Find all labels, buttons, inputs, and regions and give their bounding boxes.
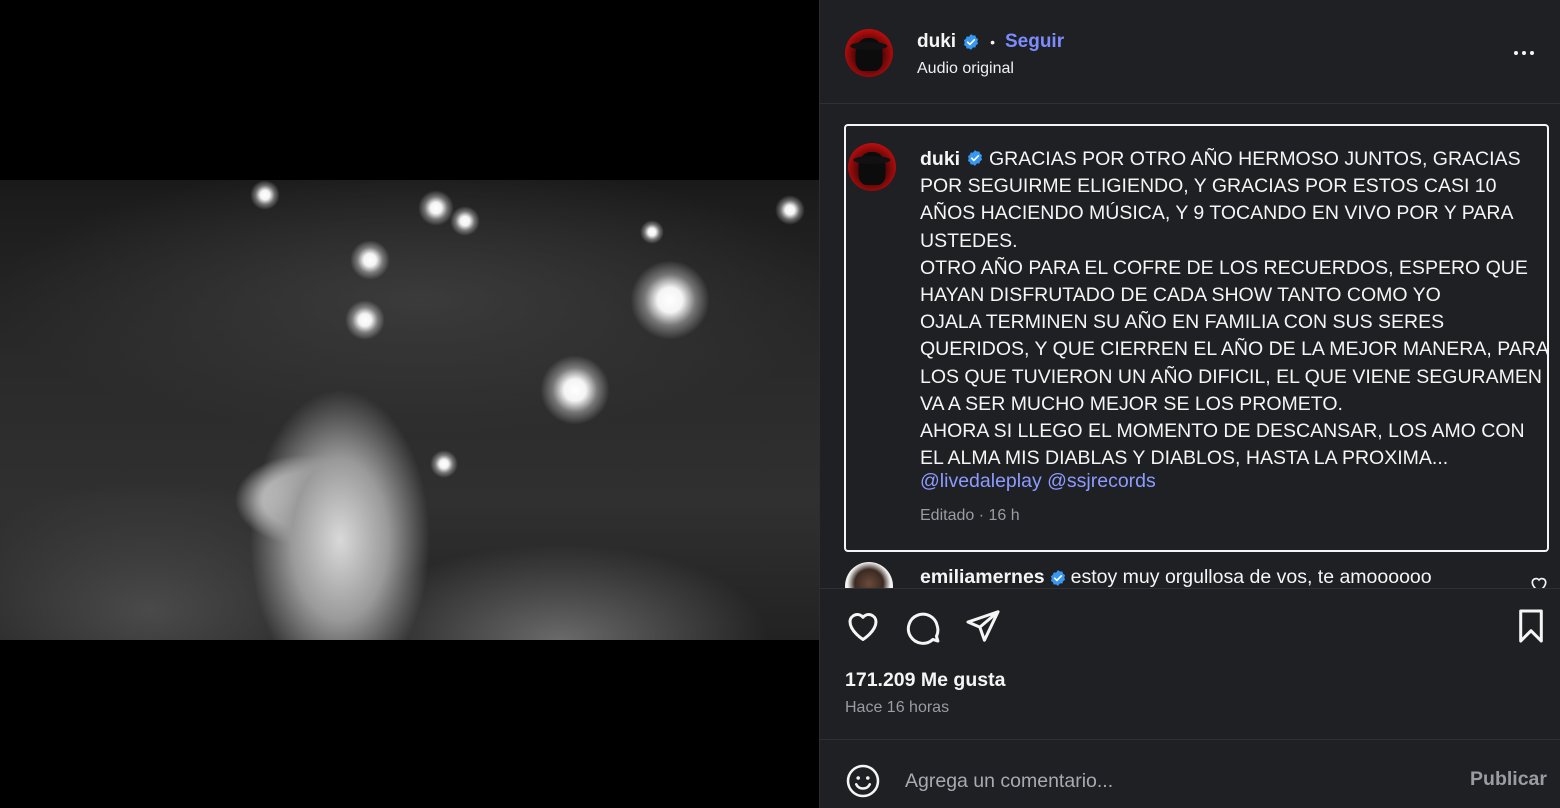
mention-link[interactable]: @livedaleplay <box>920 470 1042 492</box>
author-avatar[interactable] <box>845 29 893 77</box>
phone-light <box>250 180 280 210</box>
emoji-smiley-icon[interactable] <box>845 763 881 799</box>
comment-input[interactable] <box>905 764 1425 798</box>
phone-light <box>350 240 390 280</box>
verified-badge-icon <box>1050 569 1065 586</box>
commenter-avatar[interactable] <box>845 562 893 588</box>
verified-badge-icon <box>967 150 982 166</box>
post-side-panel: duki • Seguir Audio original duki GRACIA… <box>819 0 1560 808</box>
more-options-icon[interactable] <box>1509 38 1539 68</box>
caption-block: duki GRACIAS POR OTRO AÑO HERMOSO JUNTOS… <box>844 124 1549 552</box>
media-area <box>0 0 819 808</box>
comment-like-icon[interactable] <box>1529 574 1549 588</box>
publish-button[interactable]: Publicar <box>1470 768 1547 791</box>
phone-light <box>430 450 458 478</box>
instagram-post-viewer: duki • Seguir Audio original duki GRACIA… <box>0 0 1560 808</box>
paper-plane-icon[interactable] <box>964 607 1002 645</box>
caption-username[interactable]: duki <box>920 148 960 170</box>
caption-body: GRACIAS POR OTRO AÑO HERMOSO JUNTOS, GRA… <box>920 148 1548 470</box>
caption-author-avatar[interactable] <box>848 143 896 191</box>
post-header: duki • Seguir Audio original <box>820 0 1560 104</box>
comment-bubble-icon[interactable] <box>904 607 942 645</box>
caption-mentions: @livedaleplay @ssjrecords <box>920 470 1156 493</box>
post-actions: 171.209 Me gusta Hace 16 horas <box>820 588 1560 740</box>
post-video[interactable] <box>0 180 819 640</box>
comment-composer: Publicar <box>820 740 1560 808</box>
audio-label[interactable]: Audio original <box>917 60 1014 78</box>
comment-text: estoy muy orgullosa de vos, te amoooooo <box>1070 566 1432 588</box>
phone-light <box>630 260 710 340</box>
follow-button[interactable]: Seguir <box>1005 31 1064 53</box>
comment-item: emiliamernes estoy muy orgullosa de vos,… <box>820 556 1560 588</box>
author-username[interactable]: duki <box>917 31 956 53</box>
caption-meta: Editado · 16 h <box>920 507 1020 524</box>
author-line: duki • Seguir <box>917 30 1064 54</box>
heart-icon[interactable] <box>844 607 882 645</box>
bookmark-icon[interactable] <box>1512 607 1550 645</box>
separator-dot: • <box>990 34 995 50</box>
phone-light <box>775 195 805 225</box>
phone-light <box>540 355 610 425</box>
phone-light <box>418 190 454 226</box>
mention-link[interactable]: @ssjrecords <box>1047 470 1156 492</box>
likes-count[interactable]: 171.209 Me gusta <box>845 669 1005 692</box>
phone-light <box>640 220 664 244</box>
commenter-username[interactable]: emiliamernes <box>920 566 1045 588</box>
phone-light <box>345 300 385 340</box>
caption-text: duki GRACIAS POR OTRO AÑO HERMOSO JUNTOS… <box>920 146 1550 472</box>
phone-light <box>450 206 480 236</box>
post-time[interactable]: Hace 16 horas <box>845 699 949 717</box>
verified-badge-icon <box>964 34 979 50</box>
